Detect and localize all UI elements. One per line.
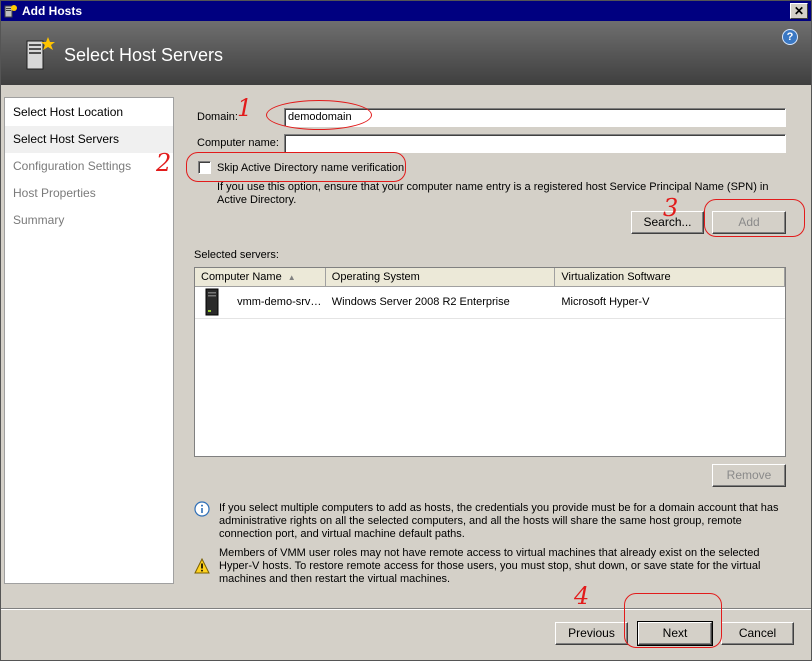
nav-item-select-host-servers[interactable]: Select Host Servers xyxy=(5,126,173,153)
cell-operating-system: Windows Server 2008 R2 Enterprise xyxy=(331,296,510,308)
annotation-number-4: 4 xyxy=(574,582,590,610)
annotation-circle-skip-ad xyxy=(186,152,406,182)
column-virtualization-software[interactable]: Virtualization Software xyxy=(555,268,785,287)
add-hosts-app-icon xyxy=(4,5,17,18)
nav-item-summary: Summary xyxy=(13,213,65,227)
credentials-info-text: If you select multiple computers to add … xyxy=(219,502,779,540)
annotation-circle-next xyxy=(624,593,722,648)
computer-name-input[interactable] xyxy=(284,134,786,153)
column-computer-name[interactable]: Computer Name ▲ xyxy=(195,268,326,287)
selected-servers-label: Selected servers: xyxy=(194,249,279,261)
wizard-header: Select Host Servers ? xyxy=(1,21,811,85)
sort-ascending-icon: ▲ xyxy=(287,273,296,282)
warning-icon xyxy=(194,558,210,574)
domain-label: Domain: xyxy=(197,111,238,123)
help-glyph: ? xyxy=(786,31,794,43)
annotation-circle-domain xyxy=(266,100,372,130)
annotation-number-2: 2 xyxy=(156,149,172,177)
info-icon xyxy=(194,501,210,517)
nav-item-configuration-settings: Configuration Settings xyxy=(13,159,132,173)
skip-ad-note: If you use this option, ensure that your… xyxy=(217,181,769,206)
column-operating-system[interactable]: Operating System xyxy=(326,268,556,287)
remote-access-warning-text: Members of VMM user roles may not have r… xyxy=(219,547,761,585)
page-title: Select Host Servers xyxy=(64,45,224,65)
previous-button[interactable]: Previous xyxy=(555,622,628,645)
annotation-number-3: 3 xyxy=(663,194,679,222)
title-bar[interactable]: Add Hosts ✕ xyxy=(1,1,811,21)
server-wizard-icon xyxy=(26,37,55,70)
close-button[interactable]: ✕ xyxy=(790,3,808,19)
nav-item-host-properties: Host Properties xyxy=(13,186,96,200)
selected-servers-list[interactable]: Computer Name ▲ Operating System Virtuali… xyxy=(194,267,786,457)
remove-button[interactable]: Remove xyxy=(712,464,786,487)
list-header: Computer Name ▲ Operating System Virtuali… xyxy=(195,268,785,287)
window-title: Add Hosts xyxy=(22,4,82,18)
annotation-circle-add xyxy=(704,199,805,237)
add-hosts-window: Add Hosts ✕ Select Host Servers ? Select… xyxy=(0,0,812,661)
computer-name-label: Computer name: xyxy=(197,137,279,149)
server-icon xyxy=(205,288,219,316)
close-icon: ✕ xyxy=(793,4,805,18)
annotation-number-1: 1 xyxy=(237,94,253,122)
help-icon[interactable]: ? xyxy=(782,29,798,45)
nav-item-select-host-location[interactable]: Select Host Location xyxy=(5,99,173,126)
cancel-button[interactable]: Cancel xyxy=(721,622,794,645)
wizard-steps-nav: Select Host Location Select Host Servers… xyxy=(4,97,174,584)
cell-computer-name: vmm-demo-srv… xyxy=(195,287,326,319)
server-name: vmm-demo-srv… xyxy=(237,296,322,308)
table-row[interactable]: vmm-demo-srv… Windows Server 2008 R2 Ent… xyxy=(195,287,785,319)
cell-virtualization-software: Microsoft Hyper-V xyxy=(561,296,650,308)
